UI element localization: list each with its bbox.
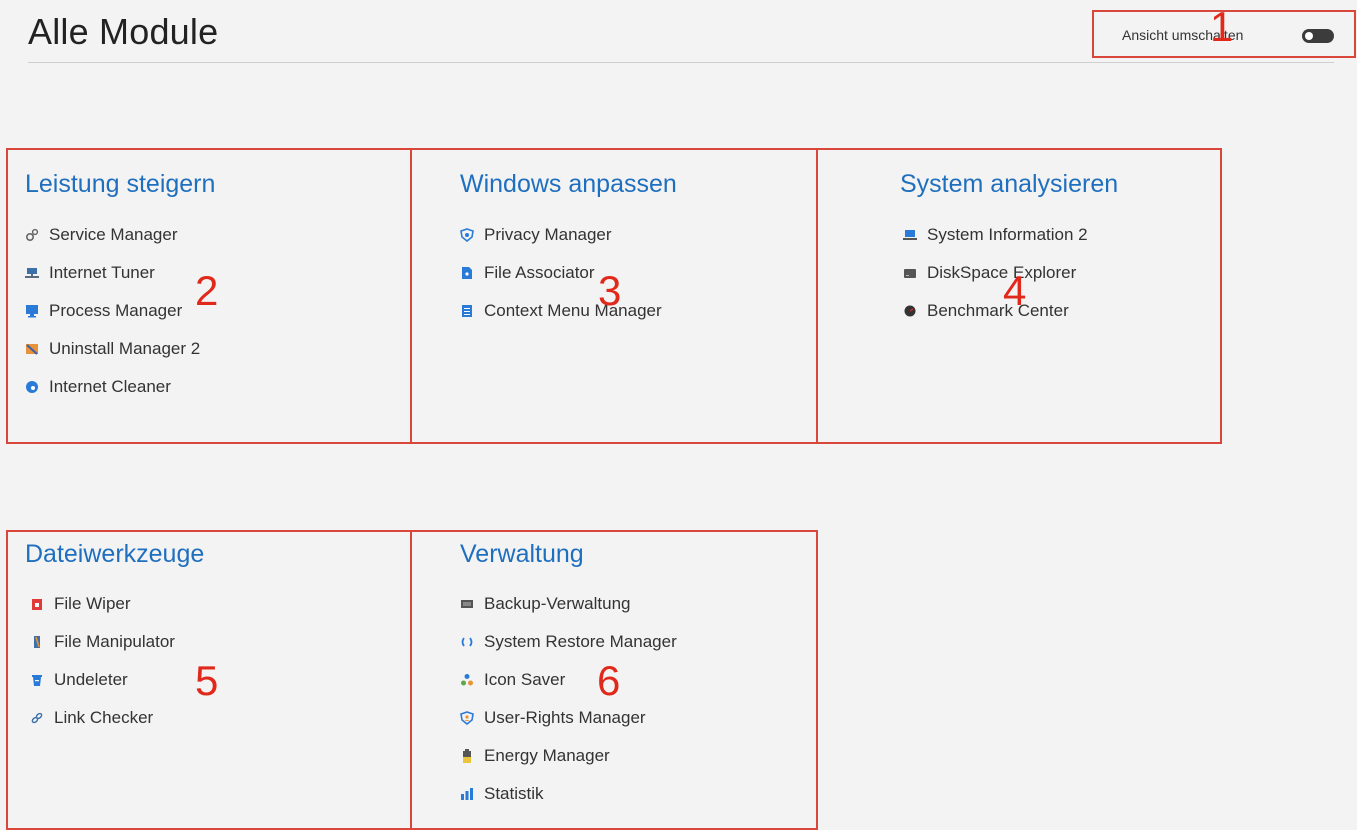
- group-title-verwaltung: Verwaltung: [460, 540, 584, 568]
- module-file-wiper[interactable]: File Wiper: [30, 585, 175, 623]
- module-privacy-manager[interactable]: Privacy Manager: [460, 216, 662, 254]
- page-title: Alle Module: [28, 11, 219, 52]
- module-label: Statistik: [484, 784, 544, 803]
- shield-eye-icon: [460, 228, 474, 242]
- disk-icon: [904, 269, 916, 278]
- module-label: Backup-Verwaltung: [484, 594, 631, 613]
- bar-chart-icon: [461, 788, 473, 800]
- view-toggle-switch[interactable]: [1302, 29, 1334, 43]
- uninstall-icon: [26, 344, 38, 355]
- file-link-icon: [462, 267, 472, 279]
- module-undeleter[interactable]: Undeleter: [30, 661, 175, 699]
- module-label: Undeleter: [54, 670, 128, 689]
- module-label: Internet Cleaner: [49, 377, 171, 396]
- module-file-manipulator[interactable]: File Manipulator: [30, 623, 175, 661]
- backup-icon: [461, 600, 473, 608]
- monitor-icon: [26, 305, 38, 318]
- module-energy-manager[interactable]: Energy Manager: [460, 737, 677, 775]
- module-list-leistung-steigern: Service Manager Internet Tuner Process M…: [25, 216, 200, 406]
- module-internet-tuner[interactable]: Internet Tuner: [25, 254, 200, 292]
- module-internet-cleaner[interactable]: Internet Cleaner: [25, 368, 200, 406]
- globe-icon: [26, 381, 38, 393]
- module-label: System Restore Manager: [484, 632, 677, 651]
- chain-link-icon: [31, 712, 43, 724]
- module-label: Context Menu Manager: [484, 301, 662, 320]
- gears-icon: [25, 228, 39, 242]
- module-label: DiskSpace Explorer: [927, 263, 1077, 282]
- file-edit-icon: [34, 636, 40, 648]
- module-file-associator[interactable]: File Associator: [460, 254, 662, 292]
- module-label: Link Checker: [54, 708, 154, 727]
- module-backup-verwaltung[interactable]: Backup-Verwaltung: [460, 585, 677, 623]
- module-label: File Wiper: [54, 594, 131, 613]
- module-label: User-Rights Manager: [484, 708, 646, 727]
- module-label: Service Manager: [49, 225, 178, 244]
- module-system-information-2[interactable]: System Information 2: [903, 216, 1088, 254]
- module-list-verwaltung: Backup-Verwaltung System Restore Manager…: [460, 585, 677, 813]
- module-link-checker[interactable]: Link Checker: [30, 699, 175, 737]
- group-title-leistung-steigern: Leistung steigern: [25, 170, 216, 198]
- module-label: Uninstall Manager 2: [49, 339, 201, 358]
- module-label: Energy Manager: [484, 746, 610, 765]
- menu-list-icon: [462, 305, 472, 317]
- module-label: File Associator: [484, 263, 595, 282]
- gauge-icon: [904, 305, 916, 317]
- module-statistik[interactable]: Statistik: [460, 775, 677, 813]
- group-title-windows-anpassen: Windows anpassen: [460, 170, 677, 198]
- module-label: File Manipulator: [54, 632, 175, 651]
- module-label: Icon Saver: [484, 670, 566, 689]
- module-benchmark-center[interactable]: Benchmark Center: [903, 292, 1088, 330]
- group-title-system-analysieren: System analysieren: [900, 170, 1119, 198]
- shredder-icon: [32, 599, 42, 610]
- module-label: System Information 2: [927, 225, 1088, 244]
- module-service-manager[interactable]: Service Manager: [25, 216, 200, 254]
- module-list-dateiwerkzeuge: File Wiper File Manipulator Undeleter Li…: [30, 585, 175, 737]
- module-user-rights-manager[interactable]: User-Rights Manager: [460, 699, 677, 737]
- network-icon: [25, 268, 39, 278]
- trash-restore-icon: [32, 675, 42, 686]
- module-process-manager[interactable]: Process Manager: [25, 292, 200, 330]
- title-divider: [28, 62, 1334, 63]
- icon-saver-icon: [461, 674, 473, 686]
- module-uninstall-manager-2[interactable]: Uninstall Manager 2: [25, 330, 200, 368]
- module-list-system-analysieren: System Information 2 DiskSpace Explorer …: [903, 216, 1088, 330]
- module-system-restore-manager[interactable]: System Restore Manager: [460, 623, 677, 661]
- module-diskspace-explorer[interactable]: DiskSpace Explorer: [903, 254, 1088, 292]
- module-label: Internet Tuner: [49, 263, 155, 282]
- view-toggle-area[interactable]: Ansicht umschalten: [1092, 10, 1356, 58]
- view-toggle-label: Ansicht umschalten: [1122, 27, 1244, 43]
- group-title-dateiwerkzeuge: Dateiwerkzeuge: [25, 540, 205, 568]
- toggle-knob: [1305, 32, 1313, 40]
- restore-arrows-icon: [461, 637, 473, 647]
- module-list-windows-anpassen: Privacy Manager File Associator Context …: [460, 216, 662, 330]
- module-label: Privacy Manager: [484, 225, 612, 244]
- battery-icon: [463, 749, 471, 763]
- module-icon-saver[interactable]: Icon Saver: [460, 661, 677, 699]
- module-context-menu-manager[interactable]: Context Menu Manager: [460, 292, 662, 330]
- user-shield-icon: [460, 711, 474, 725]
- module-label: Benchmark Center: [927, 301, 1069, 320]
- laptop-icon: [903, 230, 917, 240]
- module-label: Process Manager: [49, 301, 183, 320]
